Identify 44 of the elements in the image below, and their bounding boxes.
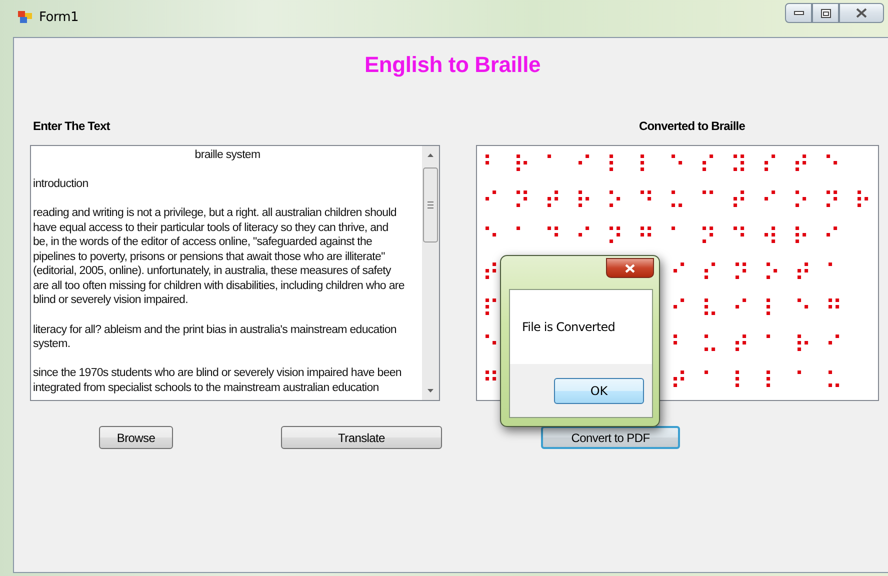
form-icon — [17, 10, 33, 24]
braille-text: ⠑ — [482, 330, 513, 361]
input-label: Enter The Text — [33, 119, 110, 135]
braille-text: ⠛ — [482, 366, 513, 397]
text-line: integrated from specialist schools to the mainstream australian education — [33, 380, 380, 396]
action-button[interactable]: Convert to PDF — [541, 426, 680, 449]
braille-text: ⠑⠁⠙⠊⠝⠛⠁⠝⠙⠺⠗⠊ — [482, 222, 854, 253]
braille-text: ⠞ — [482, 258, 513, 289]
braille-text: ⠏ — [482, 294, 513, 325]
text-line: since the 1970s students who are blind or severely vision impaired have been — [33, 366, 402, 381]
text-line: introduction — [33, 177, 90, 192]
text-line: literacy for all? ableism and the print bias in australia's mainstream education — [33, 322, 398, 338]
maximize-icon — [820, 8, 830, 18]
ok-button[interactable]: OK — [554, 378, 644, 404]
braille-text: ⠊⠎⠝⠕⠞⠁ — [670, 258, 856, 289]
close-icon — [625, 264, 635, 272]
dialog-message: File is Converted — [522, 320, 615, 334]
text-line: braille system — [194, 148, 262, 163]
close-button[interactable] — [606, 258, 654, 278]
scrollbar[interactable] — [422, 146, 439, 400]
text-line: blind or severely vision impaired. — [33, 293, 189, 308]
output-label: Converted to Braille — [638, 119, 745, 135]
app-title: English to Braille — [363, 51, 542, 78]
text-line: pipelines to poverty, prisons or pensions that await those who are illiterate" — [33, 250, 386, 264]
maximize-button[interactable] — [812, 3, 839, 23]
braille-text: ⠊⠝⠞⠗⠕⠙⠥⠉⠞⠊⠕⠝⠗ — [482, 186, 878, 217]
text-line: system. — [33, 337, 72, 352]
text-input-area[interactable] — [30, 145, 440, 401]
text-line: be, in the words of the editor of access online, "safeguarded against the — [33, 235, 374, 250]
text-line: reading and writing is not a privilege, but a right. all australian children should — [33, 206, 398, 221]
text-line: are all too often missing for children with disabilities, including children who are — [33, 278, 406, 294]
minimize-button[interactable] — [785, 3, 812, 23]
text-line: (editorial, 2005, online). unfortunately, in australia, these measures of safety — [33, 264, 392, 279]
window-title: Form1 — [39, 10, 79, 24]
braille-text: ⠞⠁⠇⠇⠁⠥ — [670, 366, 856, 397]
close-button[interactable] — [839, 3, 884, 23]
action-button[interactable]: Translate — [281, 426, 442, 449]
action-button[interactable]: Browse — [99, 426, 173, 449]
minimize-icon — [794, 11, 804, 15]
braille-text: ⠊⠧⠊⠇⠑⠛ — [670, 294, 856, 325]
braille-text: ⠃⠗⠁⠊⠇⠇⠑⠎⠽⠎⠞⠑ — [482, 150, 854, 181]
close-icon — [856, 8, 867, 18]
braille-text: ⠃⠥⠞⠁⠗⠊ — [670, 330, 856, 361]
text-line: have equal access to their particular tools of literacy so they can thrive, and — [33, 220, 390, 236]
